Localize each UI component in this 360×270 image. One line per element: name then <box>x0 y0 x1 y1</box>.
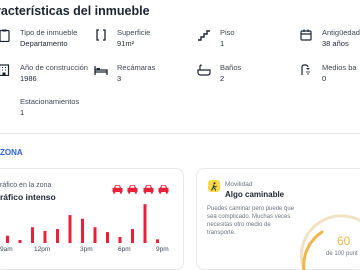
traffic-bar-9pm <box>156 239 159 243</box>
feature-label: Piso <box>220 28 235 37</box>
feature-bathrooms: Baños 2 <box>196 63 241 84</box>
traffic-bar-5pm <box>106 232 109 243</box>
feature-value: 2 <box>220 74 225 83</box>
traffic-bar-6pm <box>118 236 122 243</box>
feature-label: Año de construcción <box>20 63 88 72</box>
feature-value: 1 <box>20 108 25 117</box>
feature-value: 3 <box>117 74 122 83</box>
traffic-bar-3pm <box>81 218 84 243</box>
traffic-bar-7pm <box>131 229 134 243</box>
tick-label: 6pm <box>118 246 131 253</box>
feature-label: Antigüedad <box>322 28 360 37</box>
feature-bedrooms: Recámaras 3 <box>93 63 155 84</box>
car-icon <box>112 185 123 194</box>
feature-value: 91m² <box>117 39 135 48</box>
mobility-gauge <box>299 214 360 270</box>
feature-label: Estacionamientos <box>20 97 80 106</box>
feature-label: Recámaras <box>117 63 156 72</box>
mobility-score-subtitle: de 100 punt <box>326 251 358 257</box>
traffic-bar-8pm <box>143 204 147 243</box>
traffic-bar-2pm <box>68 215 72 243</box>
car-icon <box>127 185 138 194</box>
section-title: racterísticas del inmueble <box>0 4 150 18</box>
feature-construction-year: Año de construcción 1986 <box>0 63 88 84</box>
mobility-score: 60 <box>337 234 351 248</box>
feature-property-type: Tipo de inmueble Departamento <box>0 28 77 49</box>
traffic-bar-4pm <box>93 227 97 243</box>
feature-label: Superficie <box>117 28 151 37</box>
traffic-bar-9am <box>6 235 9 243</box>
clipboard-icon <box>0 28 12 42</box>
car-icon <box>143 185 154 194</box>
feature-label: Medios ba <box>322 63 357 72</box>
car-icon <box>158 185 169 194</box>
feature-value: 38 años <box>322 39 349 48</box>
bed-icon <box>93 63 109 77</box>
feature-age: Antigüedad 38 años <box>298 28 360 49</box>
feature-value: 1986 <box>20 74 37 83</box>
traffic-bar-10am <box>18 239 22 243</box>
mobility-label: Movilidad <box>225 181 253 188</box>
traffic-bar-1pm <box>56 229 59 243</box>
feature-floor: Piso 1 <box>196 28 235 49</box>
feature-parking: Estacionamientos 1 <box>0 97 79 118</box>
zone-title: ZONA <box>0 148 23 157</box>
area-brackets-icon <box>93 28 109 42</box>
tick-label: 9am <box>0 246 13 253</box>
traffic-label: ráfico en la zona <box>0 182 52 189</box>
feature-value: 0 <box>322 74 327 83</box>
tick-label: 9pm <box>156 246 169 253</box>
tick-label: 12pm <box>34 246 51 253</box>
calendar-icon <box>298 28 314 42</box>
traffic-bar-11am <box>31 227 34 243</box>
building-icon <box>0 63 12 77</box>
mobility-description: Puedes caminar pero puede que sea compli… <box>207 206 295 236</box>
parking-icon <box>0 97 12 111</box>
feature-label: Tipo de inmueble <box>20 28 78 37</box>
stairs-icon <box>196 28 212 42</box>
mobility-value: Algo caminable <box>225 190 285 199</box>
bathtub-icon <box>196 63 212 77</box>
feature-half-baths: Medios ba 0 <box>298 63 357 84</box>
shower-icon <box>298 63 314 77</box>
tick-label: 3pm <box>80 246 93 253</box>
feature-label: Baños <box>220 63 242 72</box>
feature-surface: Superficie 91m² <box>93 28 150 49</box>
feature-value: 1 <box>220 39 225 48</box>
feature-value: Departamento <box>20 39 68 48</box>
walking-icon <box>208 180 220 192</box>
traffic-bar-12pm <box>43 230 47 243</box>
